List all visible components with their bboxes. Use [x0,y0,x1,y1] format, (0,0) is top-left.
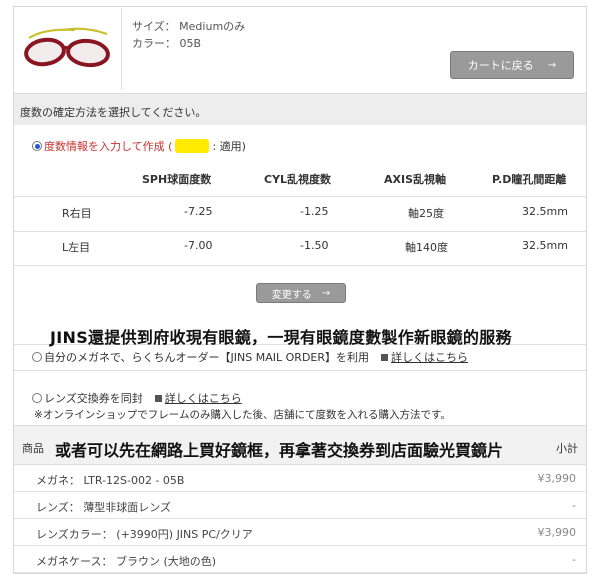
header-pd: P.D瞳孔間距離 [492,173,567,186]
divider [14,265,586,266]
summary-row-value: - [572,499,576,512]
overlay-caption-2: 或者可以先在網路上買好鏡框，再拿著交換券到店面驗光買鏡片 [55,441,504,460]
mail-details-link[interactable]: 詳しくはこちら [391,349,468,365]
option-manual-label: 度数情報を入力して作成 ( [44,140,173,153]
summary-row-value: ¥3,990 [537,526,577,539]
right-sph-value: -7.25 [184,205,213,218]
size-line: サイズ： Mediumのみ [132,18,245,35]
change-button[interactable]: 変更する → [256,283,346,303]
highlight-marker [175,139,210,153]
link-square-icon [381,353,389,361]
color-label: カラー： [132,37,176,50]
option-manual[interactable]: 度数情報を入力して作成 ( : 適用) [32,138,246,154]
right-pd-value: 32.5mm [522,205,568,218]
glasses-thumbnail [15,8,122,90]
summary-row-label: メガネケース： ブラウン (大地の色) [36,555,217,568]
divider [14,196,586,197]
option-lens-coupon[interactable]: レンズ交換券を同封 詳しくはこちら [32,390,242,406]
size-value: Mediumのみ [179,20,246,33]
header-cyl: CYL乱視度数 [264,173,332,186]
section-title: 度数の確定方法を選択してください。 [20,106,207,119]
color-value: 05B [179,37,202,50]
summary-row: メガネケース： ブラウン (大地の色) - [14,546,586,573]
left-pd-value: 32.5mm [522,239,568,252]
summary-row-label: メガネ： LTR-12S-002 - 05B [36,474,185,487]
summary-row-value: ¥3,990 [537,472,577,485]
link-square-icon [154,394,162,402]
left-cyl-value: -1.50 [300,239,329,252]
order-panel: サイズ： Mediumのみ カラー： 05B カートに戻る → 度数の確定方法を… [13,6,587,574]
divider [14,370,586,371]
right-axis-value: 軸25度 [408,207,444,220]
arrow-right-icon: → [321,287,331,299]
radio-manual[interactable] [32,141,42,151]
coupon-details-link[interactable]: 詳しくはこちら [165,390,242,406]
option-mail-order[interactable]: 自分のメガネで、らくちんオーダー【JINS MAIL ORDER】を利用 詳しく… [32,349,468,365]
product-header: サイズ： Mediumのみ カラー： 05B カートに戻る → [14,7,586,93]
option-manual-suffix: : 適用) [212,140,246,153]
size-label: サイズ： [132,20,176,33]
change-button-label: 変更する [271,289,312,301]
left-sph-value: -7.00 [184,239,213,252]
summary-header: 商品 或者可以先在網路上買好鏡框，再拿著交換券到店面驗光買鏡片 小計 [14,425,586,465]
color-line: カラー： 05B [132,35,245,52]
option-mail-label: 自分のメガネで、らくちんオーダー【JINS MAIL ORDER】を利用 [44,351,370,364]
summary-row: レンズカラー： (+3990円) JINS PC/クリア ¥3,990 [14,519,586,546]
header-sph: SPH球面度数 [142,173,212,186]
summary-row: メガネ： LTR-12S-002 - 05B ¥3,990 [14,465,586,492]
summary-row-label: レンズ： 薄型非球面レンズ [36,501,172,514]
row-right-eye: R右目 [62,207,92,220]
radio-mail-order[interactable] [32,352,42,362]
right-cyl-value: -1.25 [300,205,329,218]
summary-row-value: - [572,553,576,566]
back-to-cart-label: カートに戻る [467,59,534,72]
divider [14,231,586,232]
summary-col-product: 商品 [22,442,44,455]
arrow-right-icon: → [547,59,557,71]
summary-row-label: レンズカラー： (+3990円) JINS PC/クリア [36,528,253,541]
back-to-cart-button[interactable]: カートに戻る → [450,51,574,79]
overlay-caption: JINS還提供到府收現有眼鏡，一現有眼鏡度數製作新眼鏡的服務 [50,328,512,347]
section-title-bar: 度数の確定方法を選択してください。 [14,93,586,125]
coupon-note: ※オンラインショップでフレームのみ購入した後、店舗にて度数を入れる購入方法です。 [34,409,451,421]
summary-row: レンズ： 薄型非球面レンズ - [14,492,586,519]
header-axis: AXIS乱視軸 [384,173,447,186]
option-coupon-label: レンズ交換券を同封 [44,392,143,405]
product-info: サイズ： Mediumのみ カラー： 05B [132,18,245,52]
row-left-eye: L左目 [62,241,91,254]
left-axis-value: 軸140度 [405,241,448,254]
glasses-image [24,27,110,68]
summary-col-subtotal: 小計 [556,442,578,455]
radio-lens-coupon[interactable] [32,393,42,403]
